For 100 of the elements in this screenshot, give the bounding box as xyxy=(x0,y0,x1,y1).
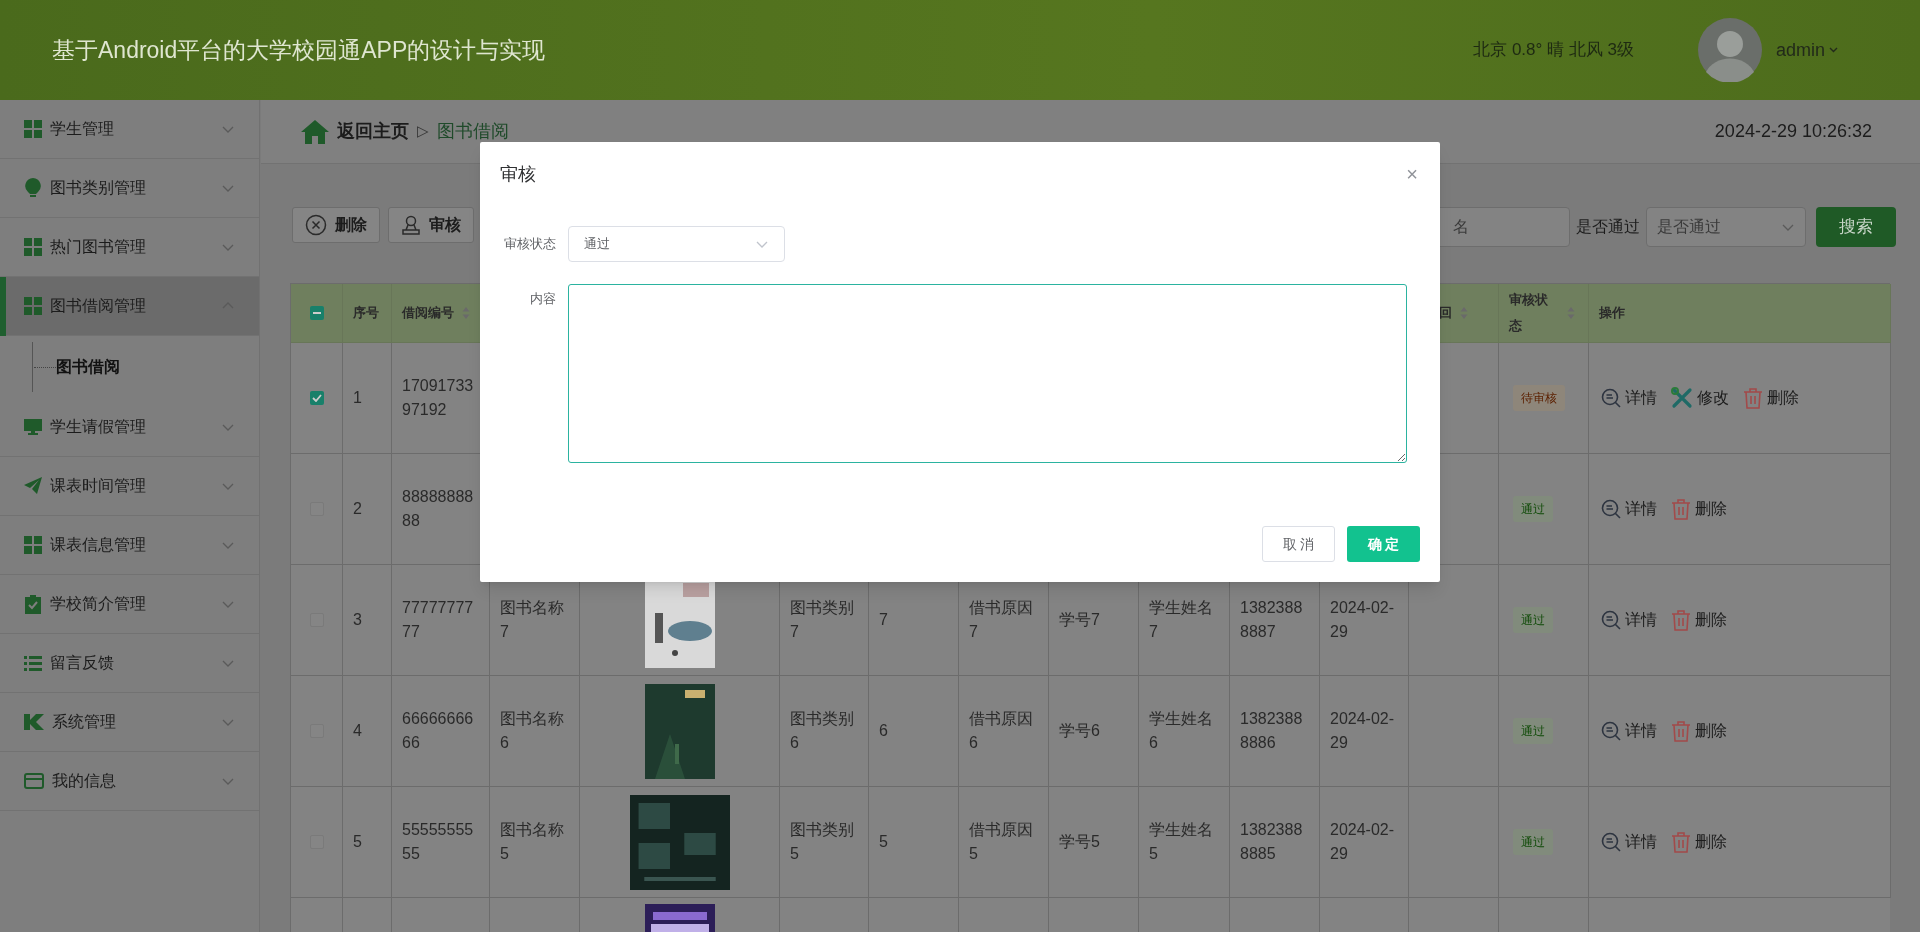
column-header: 借阅编号 xyxy=(402,304,454,322)
datetime-text: 2024-2-29 10:26:32 xyxy=(1714,120,1872,143)
table-cell-text: 借书原因6 xyxy=(969,709,1034,753)
table-cell-text: 7777777777 xyxy=(402,598,475,642)
detail-link[interactable]: 详情 xyxy=(1601,830,1657,854)
avatar[interactable] xyxy=(1697,18,1762,82)
column-header: 回 xyxy=(1439,304,1452,322)
grid-icon xyxy=(24,238,42,256)
sidebar-item[interactable]: 学生管理 xyxy=(0,100,259,159)
delete-link[interactable]: 删除 xyxy=(1671,608,1727,632)
monitor-icon xyxy=(24,418,42,436)
sidebar-item[interactable]: 留言反馈 xyxy=(0,634,259,693)
field-label: 审核状态 xyxy=(503,235,557,253)
search-button[interactable]: 搜索 xyxy=(1816,207,1896,247)
home-link[interactable]: 返回主页 xyxy=(337,118,409,145)
table-cell-text: 1709173397192 xyxy=(402,376,475,420)
review-button[interactable]: 审核 xyxy=(388,207,474,243)
filter-label: 是否通过 xyxy=(1576,217,1640,237)
close-circle-icon xyxy=(305,214,327,236)
delete-link[interactable]: 删除 xyxy=(1671,830,1727,854)
sidebar-subitem[interactable]: 图书借阅 xyxy=(56,355,120,379)
delete-link[interactable]: 删除 xyxy=(1671,719,1727,743)
confirm-button[interactable]: 确 定 xyxy=(1347,526,1420,562)
trash-icon xyxy=(1671,720,1691,742)
delete-link[interactable]: 删除 xyxy=(1671,497,1727,521)
sidebar-item[interactable]: 课表时间管理 xyxy=(0,457,259,516)
status-tag: 待审核 xyxy=(1513,385,1565,411)
table-cell-text: 2024-02-29 xyxy=(1330,598,1396,642)
table-cell-text: 2024-02-29 xyxy=(1330,820,1396,864)
detail-link[interactable]: 详情 xyxy=(1601,386,1657,410)
table-cell-text: 2024-02-29 xyxy=(1330,709,1396,753)
table-cell-text: 7 xyxy=(879,610,889,630)
delete-link[interactable]: 删除 xyxy=(1743,386,1799,410)
table-cell-text: 学号6 xyxy=(1059,721,1101,741)
select-all-checkbox[interactable] xyxy=(309,306,324,320)
trash-icon xyxy=(1743,387,1763,409)
detail-link[interactable]: 详情 xyxy=(1601,497,1657,521)
status-select[interactable]: 通过 xyxy=(568,226,785,262)
sidebar-item[interactable]: 图书类别管理 xyxy=(0,159,259,218)
table-cell-text: 5 xyxy=(879,832,889,852)
sidebar-item[interactable]: 学生请假管理 xyxy=(0,398,259,457)
user-stamp-icon xyxy=(401,215,421,235)
table-cell-text: 13823888886 xyxy=(1240,709,1304,753)
table-cell-text: 6666666666 xyxy=(402,709,475,753)
table-cell-text: 8888888888 xyxy=(402,487,475,531)
table-cell-text: 5555555555 xyxy=(402,820,475,864)
paper-plane-icon xyxy=(24,477,42,495)
edit-link[interactable]: 修改 xyxy=(1671,386,1729,410)
detail-link[interactable]: 详情 xyxy=(1601,719,1657,743)
sidebar-item[interactable]: 我的信息 xyxy=(0,752,259,811)
status-tag: 通过 xyxy=(1513,607,1553,633)
bulb-icon xyxy=(24,178,42,198)
column-header: 审核状态 xyxy=(1509,291,1549,335)
trash-icon xyxy=(1671,498,1691,520)
magnifier-icon xyxy=(1601,832,1621,852)
table-cell-text: 借书原因7 xyxy=(969,598,1034,642)
grid-icon xyxy=(24,536,42,554)
table-cell-text: 图书类别7 xyxy=(790,598,855,642)
table-cell-text: 学号7 xyxy=(1059,610,1101,630)
status-tag: 通过 xyxy=(1513,829,1553,855)
trash-icon xyxy=(1671,609,1691,631)
magnifier-icon xyxy=(1601,499,1621,519)
table-cell-text: 借书原因5 xyxy=(969,820,1034,864)
table-cell-text: 5 xyxy=(353,832,362,852)
table-cell-text: 学生姓名5 xyxy=(1149,820,1214,864)
table-cell-text: 1 xyxy=(353,388,362,408)
tools-icon xyxy=(1671,387,1693,409)
table-cell-text: 13823888887 xyxy=(1240,598,1304,642)
table-cell-text: 图书类别5 xyxy=(790,820,855,864)
sidebar-item[interactable]: 系统管理 xyxy=(0,693,259,752)
status-tag: 通过 xyxy=(1513,718,1553,744)
detail-link[interactable]: 详情 xyxy=(1601,608,1657,632)
card-icon xyxy=(24,773,44,789)
table-cell-text: 3 xyxy=(353,610,362,630)
field-label: 内容 xyxy=(529,290,557,308)
breadcrumb-current: 图书借阅 xyxy=(437,120,509,143)
list-icon xyxy=(24,655,42,671)
app-title: 基于Android平台的大学校园通APP的设计与实现 xyxy=(52,35,546,65)
pass-select[interactable]: 是否通过 xyxy=(1646,207,1806,247)
table-cell-text: 图书名称7 xyxy=(500,598,565,642)
home-icon[interactable] xyxy=(301,119,329,144)
row-checkbox[interactable] xyxy=(309,391,324,405)
breadcrumb-separator: ▷ xyxy=(417,121,429,142)
content-textarea[interactable] xyxy=(568,284,1407,463)
sidebar-item[interactable]: 图书借阅管理 xyxy=(0,277,259,336)
column-header: 操作 xyxy=(1599,304,1625,322)
user-menu[interactable]: admin xyxy=(1775,36,1838,64)
active-indicator xyxy=(0,277,6,336)
grid-icon xyxy=(24,120,42,138)
delete-button[interactable]: 删除 xyxy=(292,207,380,243)
table-cell-text: 图书类别6 xyxy=(790,709,855,753)
weather-text: 北京 0.8° 晴 北风 3级 xyxy=(1473,39,1634,62)
sidebar-item[interactable]: 课表信息管理 xyxy=(0,516,259,575)
close-button[interactable]: × xyxy=(1406,164,1418,184)
table-cell-text: 图书名称5 xyxy=(500,820,565,864)
cancel-button[interactable]: 取 消 xyxy=(1262,526,1335,562)
table-cell-text: 6 xyxy=(879,721,889,741)
sidebar-item[interactable]: 学校简介管理 xyxy=(0,575,259,634)
magnifier-icon xyxy=(1601,388,1621,408)
column-header: 序号 xyxy=(353,304,379,322)
